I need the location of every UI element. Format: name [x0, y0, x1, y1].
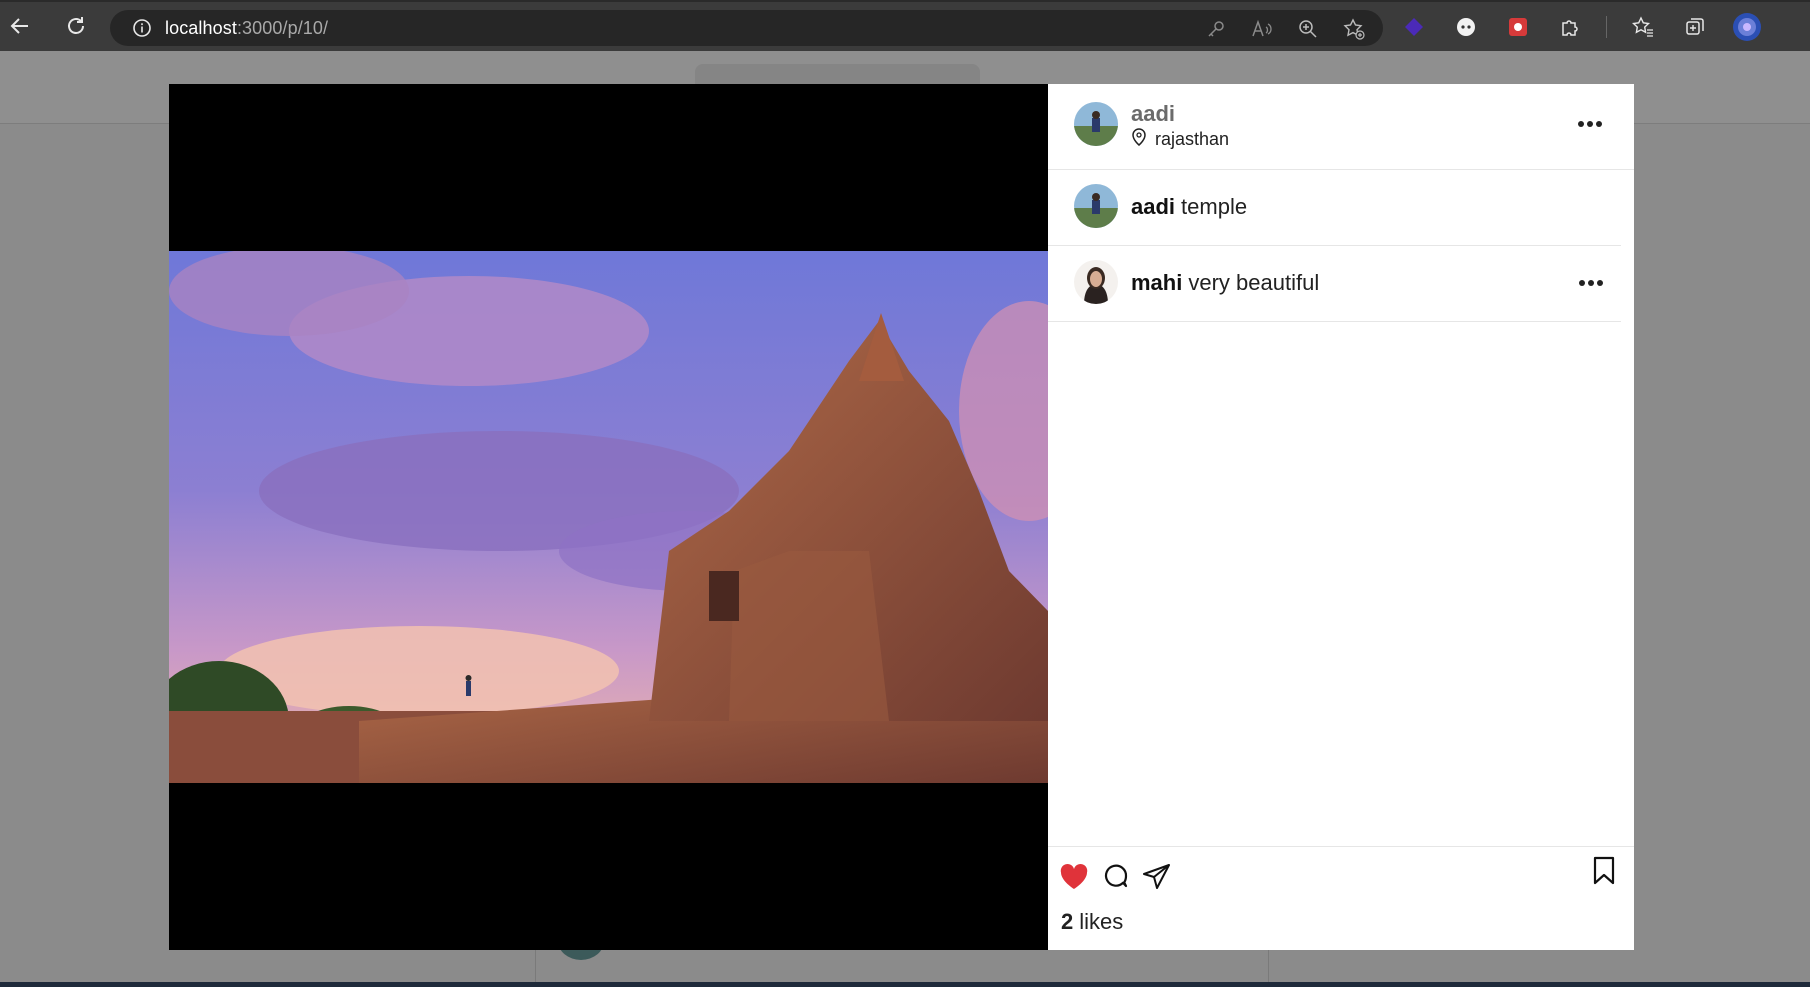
collections-icon[interactable]	[1679, 11, 1711, 43]
comment-icon[interactable]	[1100, 861, 1132, 893]
password-key-icon[interactable]	[1203, 16, 1229, 42]
address-bar[interactable]: localhost:3000/p/10/	[110, 10, 1383, 46]
caption-username[interactable]: aadi	[1131, 194, 1175, 219]
comment-more-icon[interactable]	[1579, 280, 1603, 286]
extension-circle-icon[interactable]	[1450, 11, 1482, 43]
caption-row: aadi temple	[1048, 170, 1621, 246]
location-label: rajasthan	[1155, 129, 1230, 149]
share-send-icon[interactable]	[1141, 861, 1173, 893]
zoom-icon[interactable]	[1295, 16, 1321, 42]
post-location[interactable]: rajasthan	[1131, 128, 1229, 151]
likes-count[interactable]: 2 likes	[1061, 909, 1123, 935]
more-horizontal-icon[interactable]	[1578, 121, 1602, 127]
taskbar-strip	[0, 982, 1810, 987]
toolbar-divider	[1606, 16, 1607, 38]
post-header: aadi rajasthan	[1048, 84, 1634, 170]
refresh-icon[interactable]	[62, 12, 90, 40]
comment-username[interactable]: mahi	[1131, 270, 1182, 295]
location-pin-icon	[1131, 128, 1147, 151]
add-favorite-icon[interactable]	[1341, 16, 1367, 42]
commenter-avatar[interactable]	[1074, 260, 1118, 304]
extensions-puzzle-icon[interactable]	[1554, 11, 1586, 43]
post-media	[169, 84, 1048, 950]
comment-row: mahi very beautiful	[1048, 246, 1621, 322]
browser-toolbar: localhost:3000/p/10/	[0, 0, 1810, 51]
bookmark-icon[interactable]	[1588, 855, 1620, 887]
extension-red-icon[interactable]	[1502, 11, 1534, 43]
info-icon[interactable]	[131, 17, 153, 39]
comment-text: mahi very beautiful	[1131, 270, 1320, 295]
post-modal: aadi rajasthan aadi temple mahi very beaut…	[169, 84, 1634, 950]
extension-purple-icon[interactable]	[1398, 11, 1430, 43]
read-aloud-icon[interactable]	[1249, 16, 1275, 42]
post-details-panel: aadi rajasthan aadi temple mahi very beaut…	[1048, 84, 1634, 950]
author-avatar[interactable]	[1074, 102, 1118, 146]
caption-author-avatar[interactable]	[1074, 184, 1118, 228]
url-text[interactable]: localhost:3000/p/10/	[165, 18, 328, 39]
post-actions: 2 likes	[1048, 846, 1634, 950]
profile-avatar-icon[interactable]	[1731, 11, 1763, 43]
back-arrow-icon[interactable]	[6, 12, 34, 40]
post-image	[169, 251, 1048, 783]
caption-text: aadi temple	[1131, 194, 1248, 219]
author-username[interactable]: aadi	[1131, 101, 1175, 127]
favorites-icon[interactable]	[1627, 11, 1659, 43]
heart-icon[interactable]	[1058, 861, 1090, 893]
